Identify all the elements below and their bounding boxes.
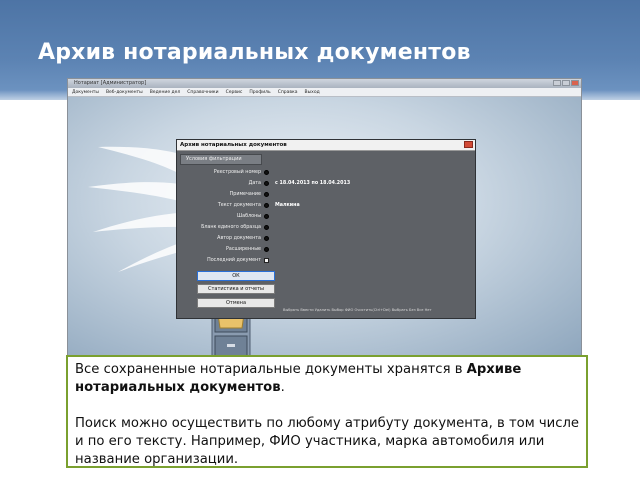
cancel-button[interactable]: Отмена — [197, 298, 275, 308]
app-window-screenshot: Нотариат [Администратор] Документы Веб-д… — [67, 78, 582, 358]
filter-label: Реестровый номер — [213, 170, 261, 175]
filter-section-header: Условия фильтрации — [180, 154, 262, 165]
dialog-status-bar: Выбрать Ввести Удалить Выбор ФИО Очистит… — [283, 308, 432, 312]
filter-label: Примечание — [229, 192, 261, 197]
filter-row: Расширенные — [177, 245, 477, 254]
app-window-title: Нотариат [Администратор] — [74, 80, 147, 86]
filter-label: Дата — [248, 181, 261, 186]
filter-label: Последний документ — [207, 258, 261, 263]
stats-reports-button[interactable]: Статистика и отчеты — [197, 284, 275, 294]
menu-item[interactable]: Документы — [72, 88, 99, 96]
filter-label: Шаблоны — [237, 214, 261, 219]
menu-item[interactable]: Справочники — [187, 88, 218, 96]
app-titlebar: Нотариат [Администратор] — [68, 79, 581, 88]
filter-value: с 18.04.2013 по 18.04.2013 — [275, 181, 351, 186]
filter-row: Реестровый номер — [177, 168, 477, 177]
dialog-titlebar: Архив нотариальных документов — [177, 140, 475, 151]
filter-label: Расширенные — [226, 247, 261, 252]
window-controls — [553, 80, 579, 86]
description-paragraph-2: Поиск можно осуществить по любому атрибу… — [75, 416, 579, 467]
minimize-icon[interactable] — [553, 80, 561, 86]
filter-row: Автор документа — [177, 234, 477, 243]
dialog-close-icon[interactable] — [464, 141, 473, 148]
filter-row: Последний документ — [177, 256, 477, 265]
close-icon[interactable] — [571, 80, 579, 86]
p1-prefix: Все сохраненные нотариальные документы х… — [75, 362, 467, 377]
p1-suffix: . — [280, 380, 285, 395]
app-desktop: Архив нотариальных документов Условия фи… — [68, 97, 581, 357]
menu-item[interactable]: Ведение дел — [150, 88, 181, 96]
dialog-title: Архив нотариальных документов — [180, 142, 287, 148]
menu-item[interactable]: Справка — [278, 88, 298, 96]
filter-row: Примечание — [177, 190, 477, 199]
filter-row: Текст документа Малкина — [177, 201, 477, 210]
filter-radio-icon[interactable] — [264, 170, 269, 175]
description-box: Все сохраненные нотариальные документы х… — [66, 355, 588, 468]
filter-radio-icon[interactable] — [264, 225, 269, 230]
app-menubar: Документы Веб-документы Ведение дел Спра… — [68, 88, 581, 97]
filter-radio-icon[interactable] — [264, 181, 269, 186]
menu-item[interactable]: Веб-документы — [106, 88, 143, 96]
filter-row: Шаблоны — [177, 212, 477, 221]
ok-button[interactable]: ОК — [197, 271, 275, 281]
maximize-icon[interactable] — [562, 80, 570, 86]
menu-item[interactable]: Выход — [305, 88, 320, 96]
filter-value: Малкина — [275, 203, 300, 208]
filter-label: Бланк единого образца — [201, 225, 261, 230]
filter-radio-icon[interactable] — [264, 214, 269, 219]
last-document-checkbox[interactable] — [264, 258, 269, 263]
menu-item[interactable]: Профиль — [249, 88, 270, 96]
filter-radio-icon[interactable] — [264, 247, 269, 252]
filter-label: Текст документа — [217, 203, 261, 208]
archive-dialog: Архив нотариальных документов Условия фи… — [176, 139, 476, 319]
filter-label: Автор документа — [217, 236, 261, 241]
filter-row: Дата с 18.04.2013 по 18.04.2013 — [177, 179, 477, 188]
filter-radio-icon[interactable] — [264, 192, 269, 197]
menu-item[interactable]: Сервис — [226, 88, 243, 96]
filter-radio-icon[interactable] — [264, 236, 269, 241]
slide-title: Архив нотариальных документов — [38, 40, 471, 65]
filter-row: Бланк единого образца — [177, 223, 477, 232]
description-paragraph-1: Все сохраненные нотариальные документы х… — [75, 361, 579, 397]
filter-radio-icon[interactable] — [264, 203, 269, 208]
